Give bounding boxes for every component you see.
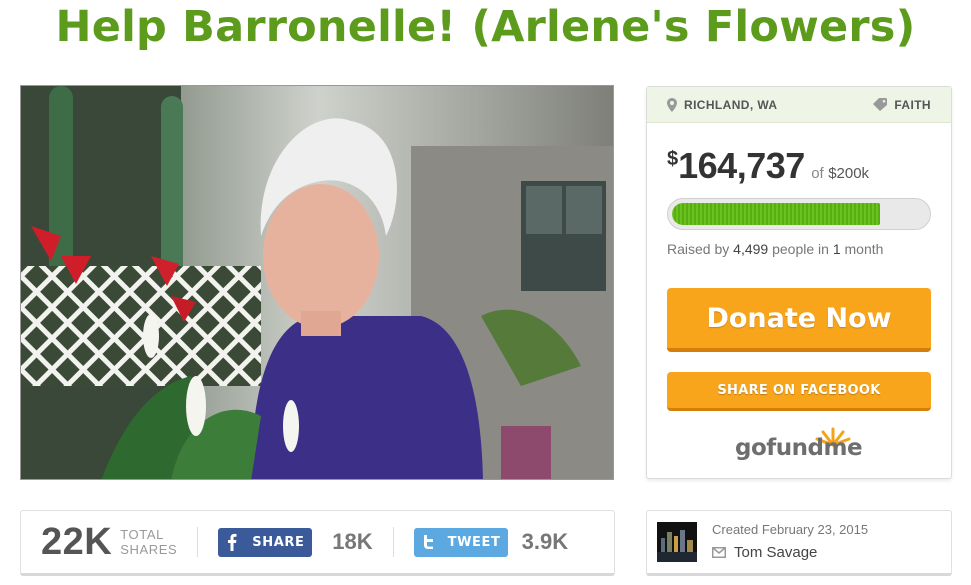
campaign-photo-illustration	[21, 86, 613, 479]
facebook-share-button[interactable]: SHARE	[218, 527, 313, 557]
total-shares-label: TOTAL SHARES	[120, 527, 177, 557]
people-count: 4,499	[733, 241, 769, 257]
divider	[392, 527, 394, 557]
logo-fund: fund	[766, 435, 824, 461]
creator-name: Tom Savage	[734, 544, 818, 561]
avatar-image	[657, 522, 697, 562]
raised-amount: 164,737	[678, 145, 805, 186]
location-pin-icon	[667, 97, 677, 112]
duration-unit: month	[844, 241, 884, 257]
created-date: Created February 23, 2015	[712, 522, 869, 537]
campaign-sidebar: RICHLAND, WA FAITH $164,737 of $200k Rai…	[646, 86, 952, 479]
twitter-icon	[414, 528, 442, 557]
total-shares-count: 22K	[41, 520, 113, 563]
amount-raised: $164,737 of $200k	[667, 145, 869, 187]
twitter-tweet-label: TWEET	[447, 534, 501, 550]
divider	[197, 527, 199, 557]
twitter-tweet-count: 3.9K	[521, 529, 569, 554]
page-title: Help Barronelle! (Arlene's Flowers)	[55, 2, 916, 52]
of-label: of	[811, 165, 824, 182]
people-label: people in	[772, 241, 829, 257]
progress-fill	[672, 203, 881, 225]
location-tag[interactable]: RICHLAND, WA	[667, 97, 778, 112]
logo-go: go	[735, 435, 767, 461]
share-on-facebook-button[interactable]: SHARE ON FACEBOOK	[667, 372, 931, 411]
donate-now-button[interactable]: Donate Now	[667, 288, 931, 352]
creator-card: Created February 23, 2015 Tom Savage	[646, 510, 952, 576]
raised-summary: Raised by 4,499 people in 1 month	[667, 241, 883, 257]
avatar[interactable]	[657, 522, 697, 562]
creator-contact[interactable]: Tom Savage	[712, 544, 817, 561]
campaign-photo	[20, 85, 614, 480]
gofundme-wordmark: gofundme	[735, 435, 863, 461]
gofundme-logo[interactable]: gofundme	[735, 425, 865, 467]
category-label: FAITH	[894, 97, 931, 112]
tag-icon	[873, 98, 888, 111]
location-label: RICHLAND, WA	[684, 97, 778, 112]
total-label-line1: TOTAL	[120, 527, 164, 542]
goal-amount: $200k	[828, 165, 870, 182]
category-tag[interactable]: FAITH	[873, 98, 931, 112]
total-label-line2: SHARES	[120, 542, 178, 557]
envelope-icon	[712, 547, 726, 558]
currency-symbol: $	[667, 148, 679, 170]
raised-prefix: Raised by	[667, 241, 730, 257]
facebook-icon	[218, 528, 246, 557]
twitter-tweet-button[interactable]: TWEET	[413, 527, 508, 557]
duration-number: 1	[832, 241, 841, 257]
facebook-share-count: 18K	[332, 529, 373, 554]
tag-bar: RICHLAND, WA FAITH	[647, 87, 951, 123]
facebook-share-label: SHARE	[252, 534, 305, 550]
logo-me: me	[823, 435, 863, 461]
progress-bar	[667, 198, 931, 230]
share-bar: 22K TOTAL SHARES SHARE 18K TWEET 3.9K	[20, 510, 615, 576]
